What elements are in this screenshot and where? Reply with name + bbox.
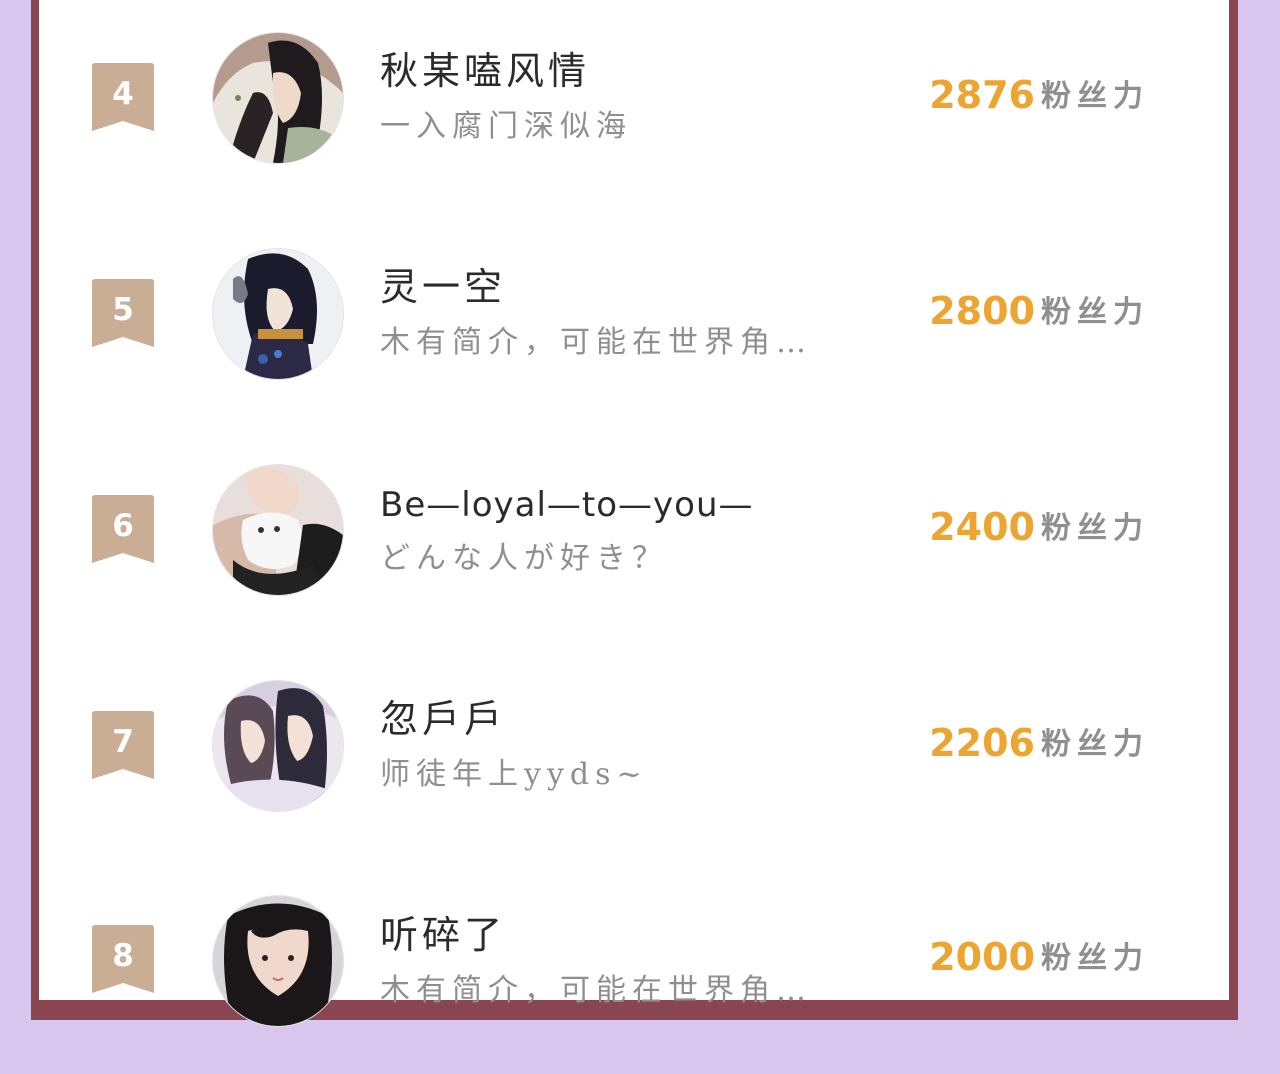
ranking-row[interactable]: 8 听碎了 木有简介，可能在世界角… 2000 粉丝力: [39, 894, 1229, 1074]
user-bio: どんな人が好き？: [380, 541, 668, 576]
user-name[interactable]: Be—loyal—to—you—: [380, 482, 754, 528]
user-name[interactable]: 秋某嗑风情: [380, 48, 590, 94]
user-avatar[interactable]: [213, 465, 343, 595]
user-bio: 一入腐门深似海: [380, 109, 632, 144]
fan-power-unit: 粉丝力: [1041, 79, 1149, 114]
user-name[interactable]: 忽戶戶: [380, 696, 506, 742]
fan-power-score: 2400: [929, 505, 1035, 549]
rank-number: 8: [112, 938, 134, 974]
user-avatar[interactable]: [213, 249, 343, 379]
ranking-row[interactable]: 7 忽戶戶 师徒年上yyds~ 2206 粉丝力: [39, 678, 1229, 858]
avatar-image: [213, 33, 343, 163]
user-bio: 木有简介，可能在世界角…: [380, 325, 812, 360]
ranking-row[interactable]: 4 秋某嗑风情 一入腐门深似海 2876 粉丝力: [39, 30, 1229, 210]
user-avatar[interactable]: [213, 33, 343, 163]
fan-power-score: 2800: [929, 289, 1035, 333]
fan-power-unit: 粉丝力: [1041, 941, 1149, 976]
avatar-image: [213, 896, 343, 1026]
rank-badge: 5: [92, 279, 154, 347]
user-bio: 师徒年上yyds~: [380, 757, 648, 792]
rank-badge: 7: [92, 711, 154, 779]
fan-power-unit: 粉丝力: [1041, 295, 1149, 330]
rank-badge: 6: [92, 495, 154, 563]
rank-number: 6: [112, 508, 134, 544]
rank-number: 7: [112, 724, 134, 760]
fan-power-score: 2206: [929, 721, 1035, 765]
user-name[interactable]: 灵一空: [380, 264, 506, 310]
user-avatar[interactable]: [213, 896, 343, 1026]
avatar-image: [213, 249, 343, 379]
user-bio: 木有简介，可能在世界角…: [380, 973, 812, 1008]
fan-power-score: 2000: [929, 935, 1035, 979]
ranking-list: 4 秋某嗑风情 一入腐门深似海 2876 粉丝力 5 灵一空 木有简介，可能在世…: [39, 0, 1229, 1026]
user-name[interactable]: 听碎了: [380, 912, 506, 958]
avatar-image: [213, 681, 343, 811]
ranking-row[interactable]: 5 灵一空 木有简介，可能在世界角… 2800 粉丝力: [39, 246, 1229, 426]
fan-power-unit: 粉丝力: [1041, 511, 1149, 546]
fan-power-score: 2876: [929, 73, 1035, 117]
avatar-image: [213, 465, 343, 595]
rank-number: 5: [112, 292, 134, 328]
fan-power-unit: 粉丝力: [1041, 727, 1149, 762]
rank-badge: 4: [92, 63, 154, 131]
rank-badge: 8: [92, 925, 154, 993]
user-avatar[interactable]: [213, 681, 343, 811]
ranking-row[interactable]: 6 Be—loyal—to—you— どんな人が好き？ 2400 粉丝力: [39, 462, 1229, 642]
rank-number: 4: [112, 76, 134, 112]
